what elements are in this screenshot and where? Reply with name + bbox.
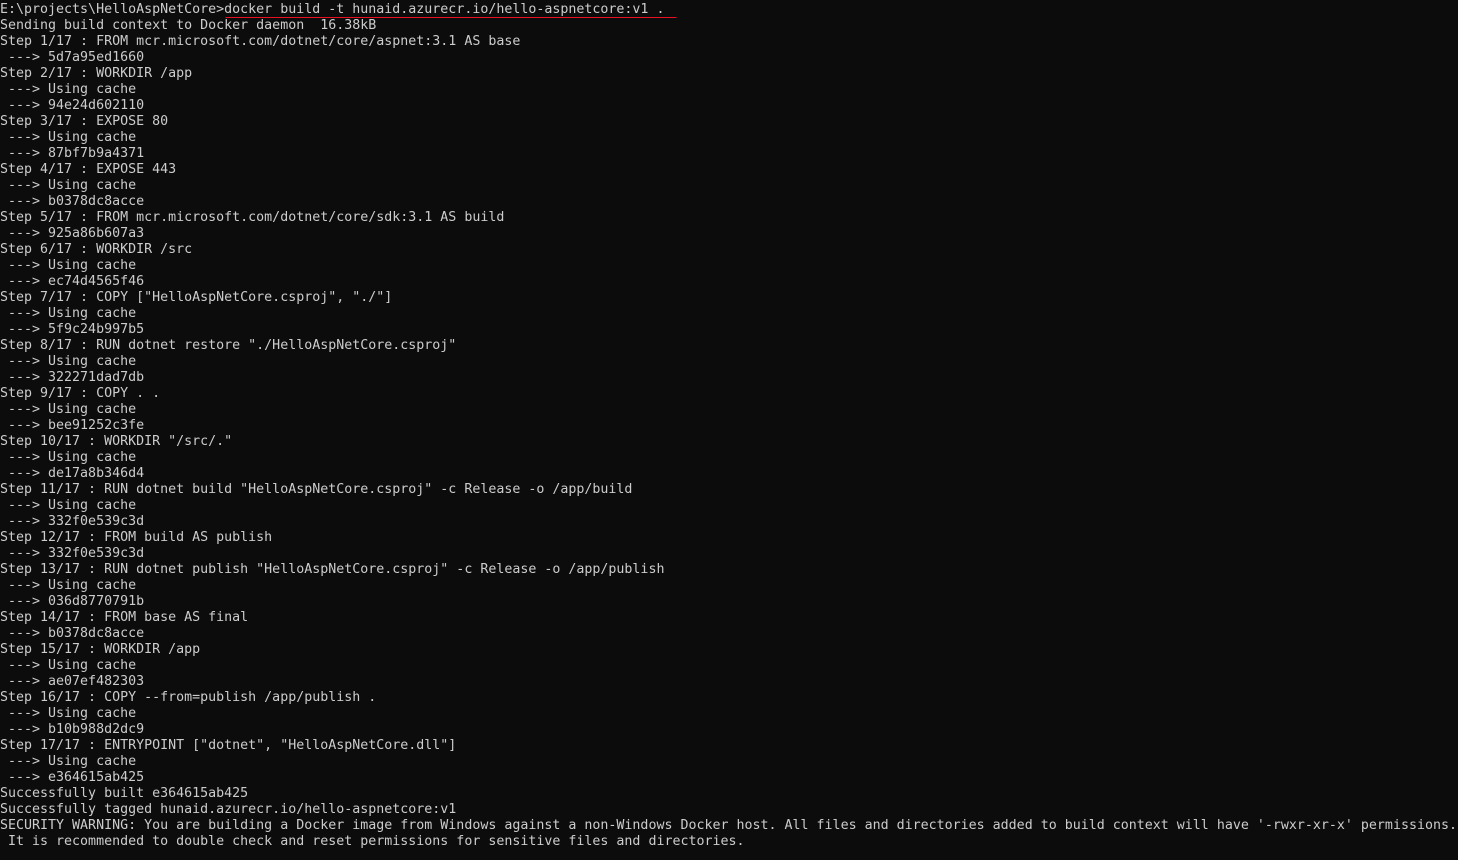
output-line: Step 11/17 : RUN dotnet build "HelloAspN… [0, 482, 633, 497]
command-text: docker build -t hunaid.azurecr.io/hello-… [224, 2, 665, 17]
red-underline-annotation [225, 17, 677, 18]
output-line: ---> Using cache [0, 258, 137, 273]
build-output: Sending build context to Docker daemon 1… [0, 18, 1458, 850]
output-line: ---> Using cache [0, 306, 137, 321]
output-line: Step 10/17 : WORKDIR "/src/." [0, 434, 233, 449]
output-line: ---> ec74d4565f46 [0, 274, 145, 289]
output-line: Sending build context to Docker daemon 1… [0, 18, 377, 33]
output-line: Step 8/17 : RUN dotnet restore "./HelloA… [0, 338, 457, 353]
output-line: ---> 925a86b607a3 [0, 226, 145, 241]
output-line: SECURITY WARNING: You are building a Doc… [0, 818, 1457, 833]
output-line: Step 2/17 : WORKDIR /app [0, 66, 193, 81]
output-line: It is recommended to double check and re… [0, 834, 745, 849]
output-line: ---> Using cache [0, 402, 137, 417]
output-line: ---> Using cache [0, 754, 137, 769]
output-line: Successfully tagged hunaid.azurecr.io/he… [0, 802, 457, 817]
output-line: ---> 5d7a95ed1660 [0, 50, 145, 65]
output-line: ---> bee91252c3fe [0, 418, 145, 433]
output-line: ---> b10b988d2dc9 [0, 722, 145, 737]
output-line: ---> Using cache [0, 450, 137, 465]
command-line: E:\projects\HelloAspNetCore>docker build… [0, 2, 1458, 18]
output-line: Step 15/17 : WORKDIR /app [0, 642, 201, 657]
command-prompt: E:\projects\HelloAspNetCore> [0, 2, 225, 17]
output-line: ---> 5f9c24b997b5 [0, 322, 145, 337]
output-line: Step 12/17 : FROM build AS publish [0, 530, 273, 545]
output-line: ---> Using cache [0, 498, 137, 513]
output-line: Step 14/17 : FROM base AS final [0, 610, 249, 625]
output-line: Step 4/17 : EXPOSE 443 [0, 162, 177, 177]
output-line: Step 7/17 : COPY ["HelloAspNetCore.cspro… [0, 290, 393, 305]
output-line: ---> b0378dc8acce [0, 194, 145, 209]
output-line: Step 16/17 : COPY --from=publish /app/pu… [0, 690, 377, 705]
output-line: ---> 332f0e539c3d [0, 546, 145, 561]
output-line: Successfully built e364615ab425 [0, 786, 249, 801]
output-line: ---> Using cache [0, 354, 137, 369]
output-line: Step 6/17 : WORKDIR /src [0, 242, 193, 257]
output-line: ---> 322271dad7db [0, 370, 145, 385]
output-line: ---> Using cache [0, 178, 137, 193]
output-line: ---> Using cache [0, 658, 137, 673]
output-line: ---> 94e24d602110 [0, 98, 145, 113]
output-line: ---> 332f0e539c3d [0, 514, 145, 529]
output-line: ---> 036d8770791b [0, 594, 145, 609]
output-line: ---> Using cache [0, 706, 137, 721]
output-line: Step 13/17 : RUN dotnet publish "HelloAs… [0, 562, 665, 577]
terminal-output[interactable]: E:\projects\HelloAspNetCore>docker build… [0, 2, 1458, 860]
output-line: ---> ae07ef482303 [0, 674, 145, 689]
output-line: Step 1/17 : FROM mcr.microsoft.com/dotne… [0, 34, 521, 49]
output-line: ---> 87bf7b9a4371 [0, 146, 145, 161]
output-line: ---> de17a8b346d4 [0, 466, 145, 481]
output-line: ---> e364615ab425 [0, 770, 145, 785]
output-line: ---> b0378dc8acce [0, 626, 145, 641]
output-line: Step 9/17 : COPY . . [0, 386, 161, 401]
output-line: ---> Using cache [0, 578, 137, 593]
output-line: ---> Using cache [0, 82, 137, 97]
output-line: Step 5/17 : FROM mcr.microsoft.com/dotne… [0, 210, 505, 225]
output-line: ---> Using cache [0, 130, 137, 145]
output-line: Step 3/17 : EXPOSE 80 [0, 114, 169, 129]
output-line: Step 17/17 : ENTRYPOINT ["dotnet", "Hell… [0, 738, 457, 753]
